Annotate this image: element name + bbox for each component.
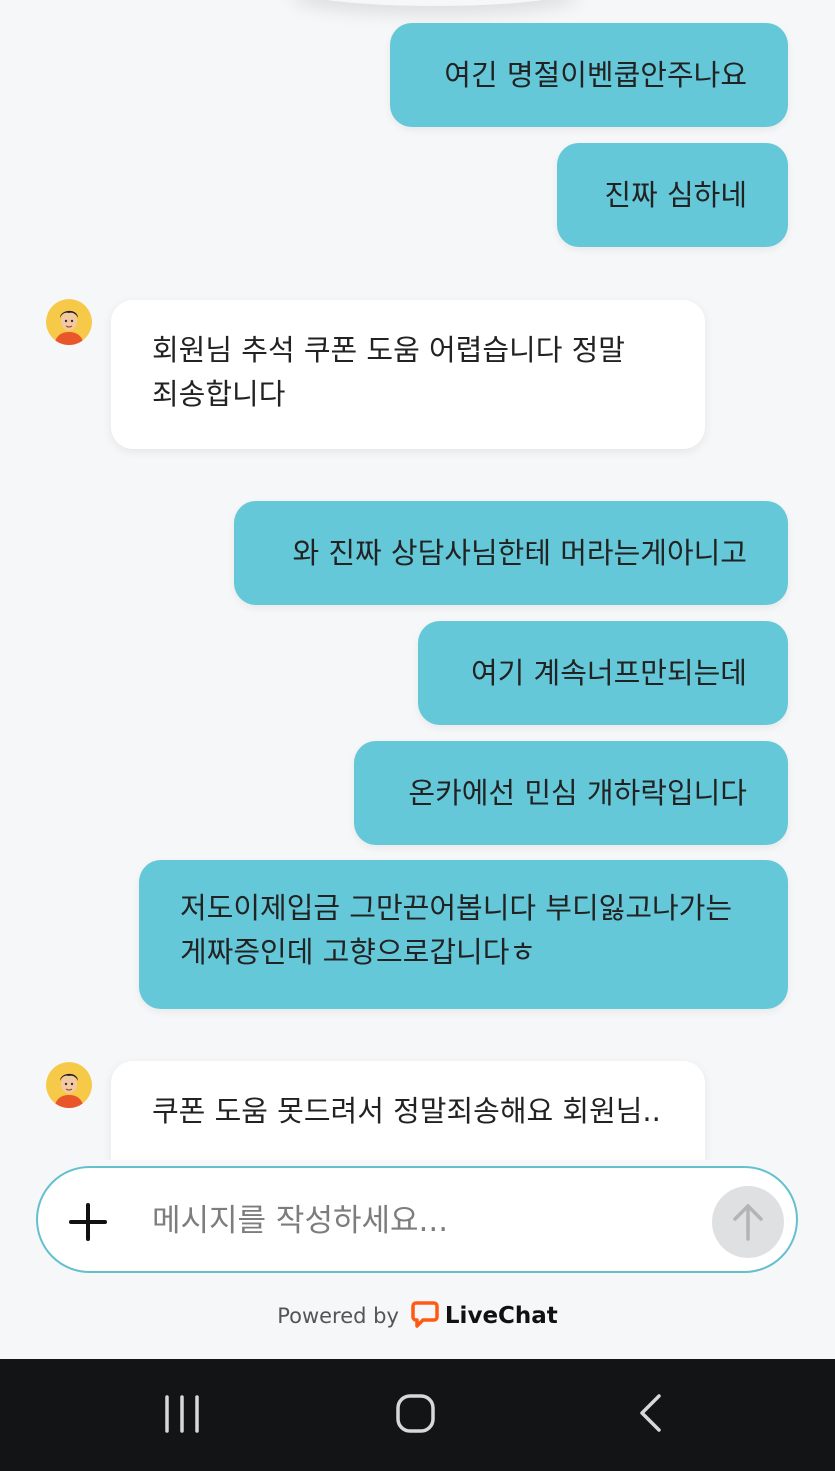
message-text: 회원님 추석 쿠폰 도움 어렵습니다 정말 죄송합니다: [152, 333, 625, 411]
powered-by-text: Powered by: [277, 1304, 399, 1328]
agent-message: 회원님 추석 쿠폰 도움 어렵습니다 정말 죄송합니다: [111, 300, 705, 449]
home-icon: [396, 1394, 435, 1433]
message-input[interactable]: [150, 1188, 694, 1254]
home-button[interactable]: [386, 1385, 446, 1445]
message-text: 저도이제입금 그만끈어봅니다 부디잃고나가는게짜증인데 고향으로갑니다ㅎ: [180, 891, 733, 969]
message-text: 진짜 심하네: [604, 178, 747, 212]
user-message: 여긴 명절이벤쿱안주나요: [390, 23, 788, 127]
back-button[interactable]: [622, 1385, 682, 1445]
message-text: 온카에선 민심 개하락입니다: [408, 776, 747, 810]
powered-by-footer: Powered by LiveChat: [0, 1296, 835, 1336]
user-message: 저도이제입금 그만끈어봅니다 부디잃고나가는게짜증인데 고향으로갑니다ㅎ: [139, 860, 788, 1009]
message-text: 여긴 명절이벤쿱안주나요: [444, 58, 747, 92]
agent-avatar: [46, 1062, 92, 1108]
attach-button[interactable]: [68, 1202, 108, 1242]
agent-avatar: [46, 299, 92, 345]
livechat-logo: [411, 1300, 439, 1333]
system-navigation-bar: [0, 1359, 835, 1471]
plus-icon: [69, 1203, 107, 1241]
recent-apps-icon: [165, 1395, 199, 1433]
message-text: 여기 계속너프만되는데: [470, 656, 747, 690]
recent-apps-button[interactable]: [152, 1385, 212, 1445]
user-message: 온카에선 민심 개하락입니다: [354, 741, 788, 845]
user-message: 여기 계속너프만되는데: [418, 621, 788, 725]
send-button[interactable]: [712, 1186, 784, 1258]
user-message: 와 진짜 상담사님한테 머라는게아니고: [234, 501, 788, 605]
message-composer: [36, 1166, 798, 1273]
chat-transcript[interactable]: 여긴 명절이벤쿱안주나요 진짜 심하네 회원님 추석 쿠폰 도움 어렵습니다 정…: [0, 0, 835, 1160]
message-text: 와 진짜 상담사님한테 머라는게아니고: [292, 536, 747, 570]
user-message: 진짜 심하네: [557, 143, 788, 247]
brand-name[interactable]: LiveChat: [445, 1303, 558, 1329]
arrow-up-icon: [733, 1204, 763, 1241]
message-text: 쿠폰 도움 못드려서 정말죄송해요 회원님..: [152, 1094, 661, 1128]
agent-message: 쿠폰 도움 못드려서 정말죄송해요 회원님..: [111, 1061, 705, 1160]
back-icon: [640, 1394, 661, 1432]
